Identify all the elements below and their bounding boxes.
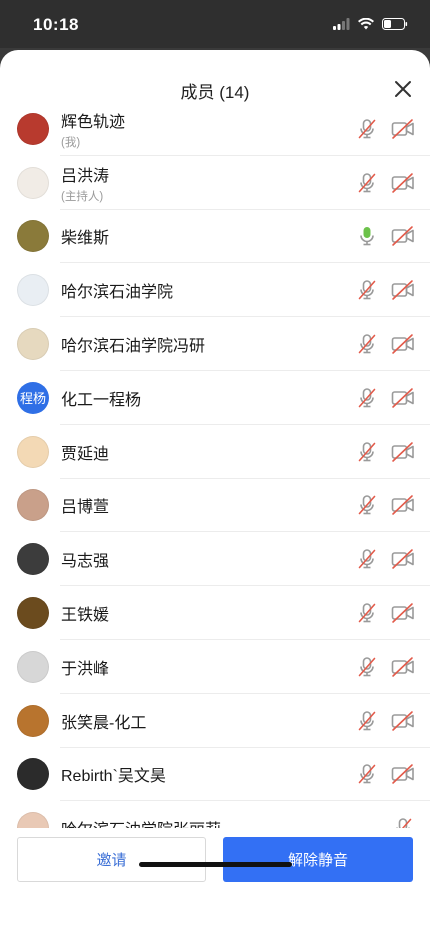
- member-row[interactable]: 辉色轨迹 (我): [0, 102, 430, 156]
- avatar: [17, 597, 49, 630]
- member-info: 贾延迪: [61, 440, 109, 464]
- microphone-muted-icon[interactable]: [356, 333, 378, 355]
- status-time: 10:18: [33, 15, 79, 34]
- members-sheet: 成员 (14) 辉色轨迹 (我) 吕洪涛 (主持人) 柴维斯 哈尔滨石油学院 哈…: [0, 50, 430, 926]
- member-info: 王铁媛: [61, 601, 109, 625]
- camera-off-icon[interactable]: [391, 763, 415, 785]
- avatar: [17, 435, 49, 468]
- signal-icon: [333, 18, 350, 30]
- avatar: [17, 274, 49, 307]
- home-indicator: [139, 862, 292, 867]
- avatar: [17, 489, 49, 522]
- microphone-muted-icon[interactable]: [356, 441, 378, 463]
- camera-off-icon[interactable]: [391, 602, 415, 624]
- member-info: 化工一程杨: [61, 386, 141, 410]
- camera-off-icon[interactable]: [391, 656, 415, 678]
- member-name: 王铁媛: [61, 607, 110, 625]
- member-row[interactable]: 哈尔滨石油学院冯研: [0, 317, 430, 371]
- member-info: 哈尔滨石油学院: [61, 278, 173, 302]
- member-info: 于洪峰: [61, 655, 109, 679]
- member-info: 马志强: [61, 547, 109, 571]
- microphone-muted-icon[interactable]: [356, 494, 378, 516]
- page-title: 成员 (14): [180, 83, 250, 102]
- avatar: [17, 543, 49, 576]
- member-row[interactable]: 张笑晨-化工: [0, 694, 430, 748]
- member-name: 张笑晨-化工: [61, 714, 147, 732]
- member-row[interactable]: 马志强: [0, 532, 430, 586]
- member-name: 于洪峰: [61, 660, 110, 678]
- member-name: 哈尔滨石油学院冯研: [61, 338, 206, 356]
- member-name: 哈尔滨石油学院: [61, 284, 174, 302]
- member-name: 贾延迪: [61, 445, 110, 463]
- close-icon[interactable]: [392, 78, 414, 100]
- member-row[interactable]: 贾延迪: [0, 425, 430, 479]
- avatar: [17, 112, 49, 145]
- microphone-icon[interactable]: [356, 225, 378, 247]
- avatar: [17, 166, 49, 199]
- member-name: Rebirth`吴文昊: [61, 768, 166, 786]
- member-row[interactable]: 吕洪涛 (主持人): [0, 156, 430, 210]
- microphone-muted-icon[interactable]: [356, 387, 378, 409]
- sheet-header: 成员 (14): [0, 50, 430, 102]
- battery-icon: [382, 18, 408, 30]
- camera-off-icon[interactable]: [391, 710, 415, 732]
- status-icons: [333, 18, 408, 30]
- member-info: 吕洪涛 (主持人): [61, 162, 109, 204]
- microphone-muted-icon[interactable]: [356, 172, 378, 194]
- member-name: 吕博萱: [61, 499, 110, 517]
- member-info: 吕博萱: [61, 493, 109, 517]
- member-info: 柴维斯: [61, 224, 109, 248]
- member-row[interactable]: Rebirth`吴文昊: [0, 748, 430, 802]
- member-row[interactable]: 吕博萱: [0, 479, 430, 533]
- avatar: [17, 704, 49, 737]
- member-row[interactable]: 王铁媛: [0, 586, 430, 640]
- member-name: 吕洪涛: [61, 167, 110, 185]
- member-name: 化工一程杨: [61, 391, 142, 409]
- camera-off-icon[interactable]: [391, 494, 415, 516]
- footer-bar: 邀请 解除静音: [0, 828, 430, 926]
- microphone-muted-icon[interactable]: [356, 602, 378, 624]
- unmute-all-button[interactable]: 解除静音: [223, 837, 413, 882]
- avatar: [17, 758, 49, 791]
- camera-off-icon[interactable]: [391, 172, 415, 194]
- member-row[interactable]: 柴维斯: [0, 210, 430, 264]
- camera-off-icon[interactable]: [391, 333, 415, 355]
- member-role: (主持人): [61, 190, 104, 203]
- avatar: [17, 220, 49, 253]
- camera-off-icon[interactable]: [391, 387, 415, 409]
- member-row[interactable]: 于洪峰: [0, 640, 430, 694]
- member-role: (我): [61, 136, 81, 149]
- member-row[interactable]: 程杨 化工一程杨: [0, 371, 430, 425]
- member-name: 辉色轨迹: [61, 113, 126, 131]
- microphone-muted-icon[interactable]: [356, 710, 378, 732]
- invite-button[interactable]: 邀请: [17, 837, 206, 882]
- wifi-icon: [358, 18, 374, 30]
- member-name: 柴维斯: [61, 230, 110, 248]
- camera-off-icon[interactable]: [391, 118, 415, 140]
- member-info: Rebirth`吴文昊: [61, 762, 166, 786]
- microphone-muted-icon[interactable]: [356, 279, 378, 301]
- member-info: 哈尔滨石油学院冯研: [61, 332, 205, 356]
- status-bar: 10:18: [0, 0, 430, 48]
- member-list[interactable]: 辉色轨迹 (我) 吕洪涛 (主持人) 柴维斯 哈尔滨石油学院 哈尔滨石油学院冯研…: [0, 102, 430, 878]
- member-row[interactable]: 哈尔滨石油学院: [0, 263, 430, 317]
- avatar: 程杨: [17, 381, 49, 414]
- microphone-muted-icon[interactable]: [356, 548, 378, 570]
- avatar: [17, 328, 49, 361]
- member-name: 马志强: [61, 553, 110, 571]
- member-info: 辉色轨迹 (我): [61, 108, 125, 150]
- microphone-muted-icon[interactable]: [356, 118, 378, 140]
- avatar-initials: 程杨: [19, 391, 46, 407]
- avatar: [17, 650, 49, 683]
- microphone-muted-icon[interactable]: [356, 656, 378, 678]
- member-info: 张笑晨-化工: [61, 709, 146, 733]
- camera-off-icon[interactable]: [391, 548, 415, 570]
- microphone-muted-icon[interactable]: [356, 763, 378, 785]
- camera-off-icon[interactable]: [391, 225, 415, 247]
- camera-off-icon[interactable]: [391, 279, 415, 301]
- camera-off-icon[interactable]: [391, 441, 415, 463]
